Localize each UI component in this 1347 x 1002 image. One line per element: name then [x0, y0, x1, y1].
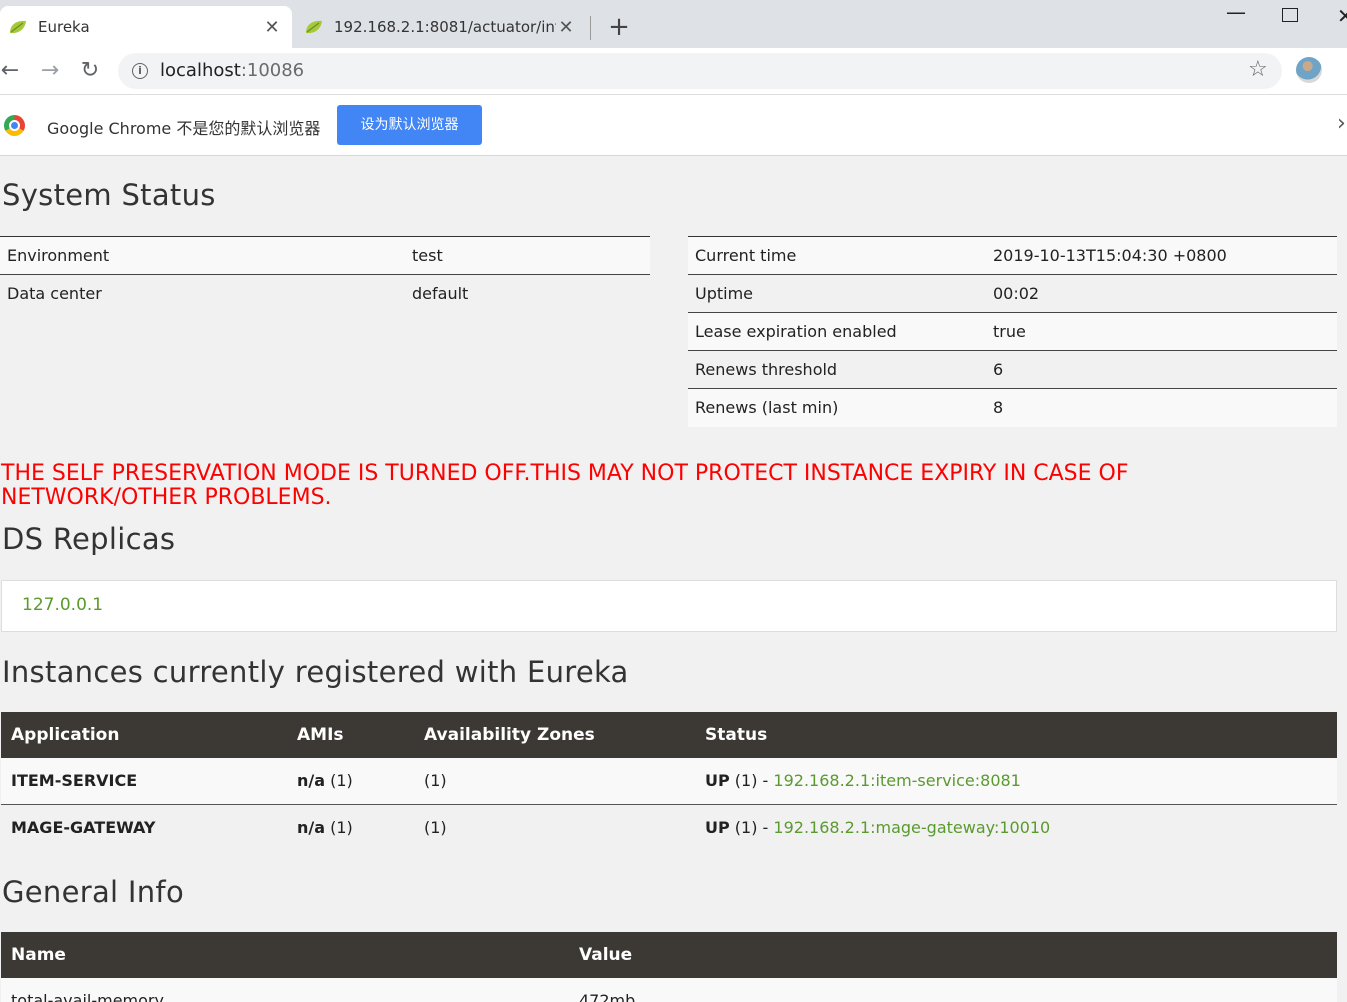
table-header-row: Application AMIs Availability Zones Stat…	[1, 712, 1337, 758]
status-key: Environment	[7, 246, 110, 265]
zones-cell: (1)	[424, 817, 447, 837]
application-name: ITEM-SERVICE	[11, 771, 138, 791]
default-browser-infobar: Google Chrome 不是您的默认浏览器 设为默认浏览器 ›	[0, 94, 1347, 156]
application-name: MAGE-GATEWAY	[11, 817, 156, 837]
column-header: AMIs	[297, 725, 344, 745]
zones-cell: (1)	[424, 771, 447, 791]
maximize-icon[interactable]	[1282, 8, 1298, 22]
address-bar[interactable]: i localhost:10086 ☆	[118, 53, 1282, 89]
set-default-browser-button[interactable]: 设为默认浏览器	[337, 105, 482, 145]
self-preservation-warning: THE SELF PRESERVATION MODE IS TURNED OFF…	[1, 461, 1129, 510]
status-cell: UP (1) - 192.168.2.1:mage-gateway:10010	[705, 817, 1051, 837]
amis-cell: n/a (1)	[297, 771, 353, 791]
url-host: localhost	[160, 60, 241, 81]
forward-arrow-icon[interactable]: →	[36, 57, 64, 85]
status-key: Renews threshold	[695, 360, 838, 379]
status-value: default	[412, 284, 469, 304]
spring-leaf-icon	[10, 20, 26, 34]
table-row: Uptime 00:02	[688, 274, 1337, 313]
infobar-message: Google Chrome 不是您的默认浏览器	[47, 119, 321, 138]
table-row: Data center default	[0, 274, 650, 313]
replica-link[interactable]: 127.0.0.1	[22, 595, 103, 615]
status-key: Data center	[7, 284, 102, 304]
status-value: 6	[993, 360, 1004, 379]
table-row: Renews threshold 6	[688, 350, 1337, 389]
column-header: Application	[11, 725, 120, 745]
site-info-icon[interactable]: i	[132, 63, 148, 79]
system-status-left-table: Environment test Data center default	[0, 236, 650, 313]
column-header: Status	[705, 725, 768, 745]
table-row: ITEM-SERVICE n/a (1) (1) UP (1) - 192.16…	[1, 758, 1337, 804]
tab-actuator-info[interactable]: 192.168.2.1:8081/actuator/info ✕	[296, 6, 586, 48]
window-close-icon[interactable]: ✕	[1337, 4, 1347, 28]
info-name: total-avail-memory	[11, 991, 164, 1002]
table-row: Current time 2019-10-13T15:04:30 +0800	[688, 236, 1337, 275]
page-content: System Status Environment test Data cent…	[0, 156, 1347, 1002]
tab-title: 192.168.2.1:8081/actuator/info	[334, 18, 556, 36]
reload-icon[interactable]: ↻	[76, 57, 104, 85]
status-key: Uptime	[695, 284, 754, 303]
new-tab-icon[interactable]: +	[605, 12, 633, 42]
close-tab-icon[interactable]: ✕	[556, 17, 576, 38]
close-tab-icon[interactable]: ✕	[262, 17, 282, 38]
column-header: Value	[579, 945, 633, 965]
tab-bar: Eureka ✕ 192.168.2.1:8081/actuator/info …	[0, 0, 1347, 48]
tab-title: Eureka	[38, 18, 90, 36]
url-text[interactable]: localhost:10086	[160, 60, 304, 81]
back-arrow-icon[interactable]: ←	[0, 57, 24, 85]
chrome-logo-icon	[4, 115, 25, 136]
column-header: Name	[11, 945, 66, 965]
table-header-row: Name Value	[1, 932, 1337, 978]
ds-replicas-heading: DS Replicas	[2, 522, 176, 556]
spring-leaf-icon	[306, 20, 322, 34]
status-value: 2019-10-13T15:04:30 +0800	[993, 246, 1227, 265]
table-row: Environment test	[0, 236, 650, 275]
table-row: Renews (last min) 8	[688, 388, 1337, 427]
tab-separator	[590, 16, 591, 40]
amis-cell: n/a (1)	[297, 817, 353, 837]
status-value: test	[412, 246, 443, 265]
instance-link[interactable]: 192.168.2.1:item-service:8081	[773, 771, 1020, 790]
status-key: Lease expiration enabled	[695, 322, 897, 341]
table-row: Lease expiration enabled true	[688, 312, 1337, 351]
status-cell: UP (1) - 192.168.2.1:item-service:8081	[705, 771, 1021, 791]
general-info-heading: General Info	[2, 875, 184, 909]
url-port: :10086	[240, 60, 305, 81]
minimize-icon[interactable]: —	[1226, 0, 1246, 24]
system-status-right-table: Current time 2019-10-13T15:04:30 +0800 U…	[688, 236, 1337, 427]
table-row: MAGE-GATEWAY n/a (1) (1) UP (1) - 192.16…	[1, 804, 1337, 850]
status-value: 8	[993, 398, 1004, 418]
browser-toolbar: ← → ↻ i localhost:10086 ☆	[0, 48, 1347, 94]
general-info-table: Name Value total-avail-memory 472mb	[1, 932, 1337, 1002]
instances-table: Application AMIs Availability Zones Stat…	[1, 712, 1337, 850]
system-status-heading: System Status	[2, 178, 216, 212]
table-row: total-avail-memory 472mb	[1, 978, 1337, 1002]
instance-link[interactable]: 192.168.2.1:mage-gateway:10010	[773, 818, 1050, 837]
status-value: true	[993, 322, 1026, 341]
tab-eureka[interactable]: Eureka ✕	[0, 6, 292, 48]
profile-avatar[interactable]	[1296, 57, 1322, 83]
replicas-list: 127.0.0.1	[1, 580, 1337, 632]
chevron-right-icon[interactable]: ›	[1337, 111, 1346, 136]
status-value: 00:02	[993, 284, 1040, 303]
column-header: Availability Zones	[424, 725, 595, 745]
bookmark-star-icon[interactable]: ☆	[1248, 57, 1268, 82]
instances-heading: Instances currently registered with Eure…	[2, 655, 629, 689]
info-value: 472mb	[579, 991, 636, 1002]
status-key: Renews (last min)	[695, 398, 839, 418]
status-key: Current time	[695, 246, 797, 265]
